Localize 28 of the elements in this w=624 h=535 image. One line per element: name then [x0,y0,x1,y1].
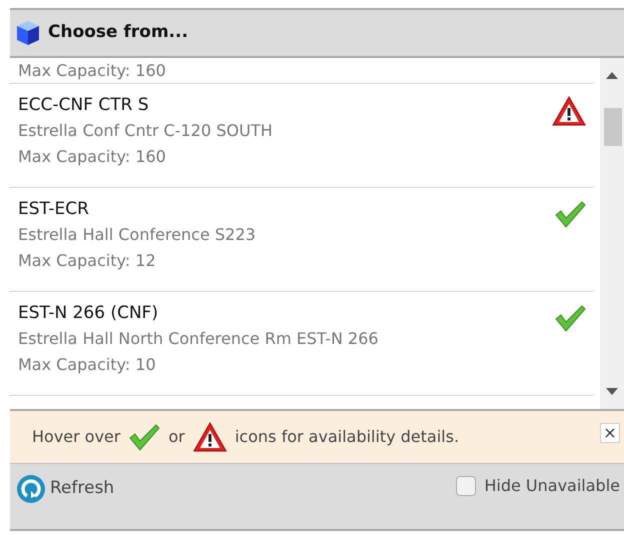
check-icon [554,200,586,228]
room-description: Estrella Conf Cntr C-120 SOUTH [18,120,274,142]
hide-unavailable-checkbox[interactable]: Hide Unavailable [456,474,620,498]
room-name: ECC-CNF CTR S [18,94,150,117]
room-capacity: Max Capacity: 10 [18,354,157,376]
hint-text: or [168,426,185,448]
cube-icon [16,20,40,46]
refresh-button[interactable]: Refresh [16,474,114,504]
scrollbar[interactable] [600,58,624,409]
room-item[interactable]: EST-N 266 (CNF) Estrella Hall North Conference Rm EST-N 266 Max Capacity: 10 [10,292,594,396]
check-icon [554,304,586,332]
warning-icon [552,96,586,126]
dialog-title: Choose from... [48,21,188,44]
hint-text: Hover over [32,426,120,448]
room-name: EST-ECR [18,198,90,221]
hint-text: icons for availability details. [234,426,460,448]
close-button[interactable]: × [600,423,620,443]
check-icon [128,423,160,451]
room-description: Estrella Hall North Conference Rm EST-N 266 [18,328,380,350]
warning-icon [192,422,227,452]
room-capacity: Max Capacity: 12 [18,250,157,272]
room-capacity: Max Capacity: 160 [18,146,167,168]
room-item[interactable]: ECC-CNF CTR S Estrella Conf Cntr C-120 SOUTH Max Capacity: 160 [10,84,594,188]
room-capacity: Max Capacity: 160 [18,60,167,82]
room-item[interactable]: EST-ECR Estrella Hall Conference S223 Max Capacity: 12 [10,188,594,292]
room-name: EST-N 266 (CNF) [18,302,160,325]
room-description: Estrella Hall Conference S223 [18,224,257,246]
refresh-icon [16,474,46,504]
